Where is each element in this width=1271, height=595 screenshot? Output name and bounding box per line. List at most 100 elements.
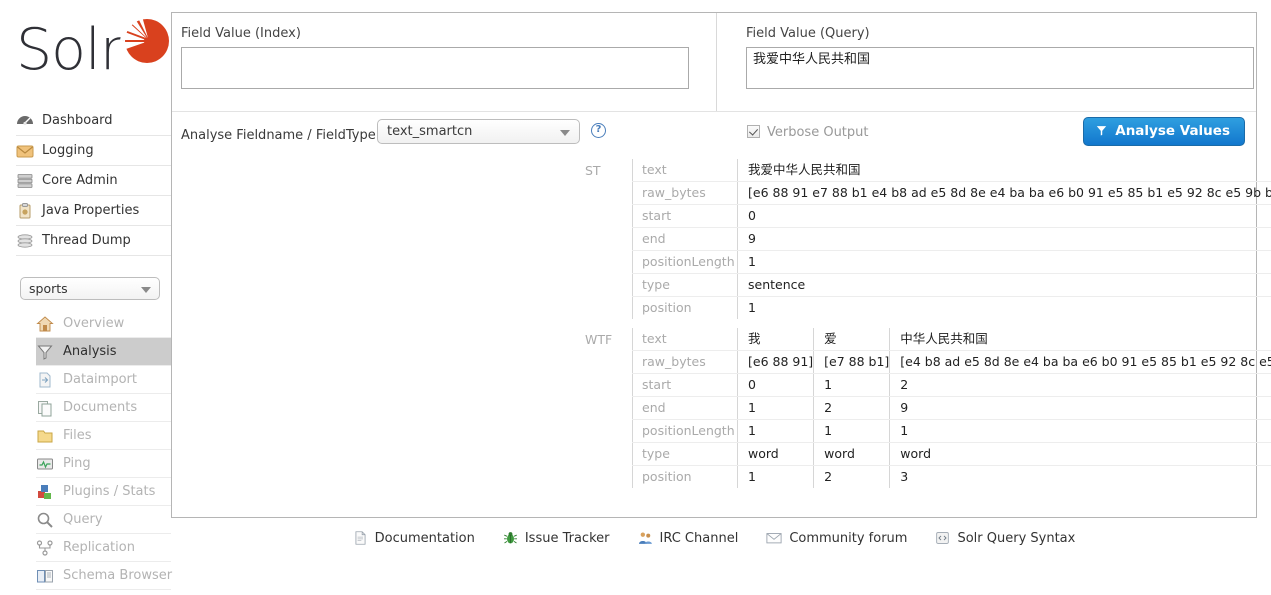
solr-sunburst-icon [116,16,170,70]
funnel-icon [1095,124,1108,137]
envelope-icon [766,530,782,546]
token-value: [e4 b8 ad e5 8d 8e e4 ba ba e6 b0 91 e5 … [890,351,1271,374]
attr-key: positionLength [633,420,738,443]
sidebar-item-schema-browser[interactable]: Schema Browser [36,562,171,590]
sidebar-item-label: Dashboard [42,113,113,128]
token-value: 1 [738,251,1271,274]
attr-key: type [633,443,738,466]
attr-key: raw_bytes [633,182,738,205]
table-row: end 9 [633,228,1271,251]
attr-key: start [633,374,738,397]
token-value: word [890,443,1271,466]
fieldtype-select[interactable]: text_smartcn [377,119,580,144]
sidebar-item-dataimport[interactable]: Dataimport [36,366,171,394]
token-value: 1 [738,397,814,420]
footer-link-issue-tracker[interactable]: Issue Tracker [503,530,610,546]
verbose-output-checkbox[interactable]: Verbose Output [747,125,869,140]
sidebar-item-replication[interactable]: Replication [36,534,171,562]
analyse-values-button[interactable]: Analyse Values [1083,117,1245,146]
code-icon [935,530,950,546]
query-field-label: Field Value (Query) [746,26,1258,41]
sidebar-item-label: Dataimport [63,372,137,387]
token-value: sentence [738,274,1271,297]
dashboard-icon [16,112,34,130]
token-value: word [738,443,814,466]
form-divider [716,13,717,111]
analyzer-token-table: text 我 爱 中华人民共和国 raw_bytes [e6 88 91] [e… [632,328,1271,488]
sidebar-item-core-admin[interactable]: Core Admin [16,166,171,196]
sidebar-item-java-properties[interactable]: Java Properties [16,196,171,226]
token-value: 我 [738,328,814,351]
footer-link-solr-query-syntax[interactable]: Solr Query Syntax [935,530,1075,546]
analyse-fieldname-label: Analyse Fieldname / FieldType: [181,128,380,143]
sidebar-item-query[interactable]: Query [36,506,171,534]
solr-logo[interactable]: Solr [16,12,166,92]
sidebar-item-documents[interactable]: Documents [36,394,171,422]
analysis-panel: Field Value (Index) Field Value (Query) … [171,12,1257,518]
attr-key: type [633,274,738,297]
attr-key: text [633,159,738,182]
index-field-label: Field Value (Index) [181,26,701,41]
attr-key: position [633,297,738,320]
document-icon [353,530,368,546]
token-value: [e6 88 91] [738,351,814,374]
query-form-column: Field Value (Query) [746,26,1258,93]
solr-logo-text: Solr [16,20,122,80]
sidebar-item-label: Replication [63,540,135,555]
query-field-value-input[interactable] [746,47,1254,89]
footer-link-label: Issue Tracker [525,531,610,546]
sidebar-item-ping[interactable]: Ping [36,450,171,478]
chevron-down-icon [560,130,570,136]
attr-key: text [633,328,738,351]
sidebar-item-label: Schema Browser [63,568,172,583]
token-value: 9 [738,228,1271,251]
fieldtype-select-value: text_smartcn [387,124,472,139]
logging-icon [16,142,34,160]
attr-key: positionLength [633,251,738,274]
sidebar: Solr [0,0,171,595]
bug-icon [503,530,518,546]
footer-link-community-forum[interactable]: Community forum [766,530,907,546]
overview-icon [36,315,54,333]
footer-link-irc-channel[interactable]: IRC Channel [638,530,739,546]
sidebar-item-analysis[interactable]: Analysis [36,338,171,366]
footer-link-label: IRC Channel [660,531,739,546]
token-value: 1 [814,374,890,397]
core-admin-icon [16,172,34,190]
analyzer-block-wtf: WTF text 我 爱 中华人民共和国 raw_bytes [e6 88 91… [172,328,1258,488]
analyzer-abbr: WTF [585,332,627,347]
core-selector[interactable]: sports [20,277,160,300]
table-row: raw_bytes [e6 88 91] [e7 88 b1] [e4 b8 a… [633,351,1271,374]
sidebar-item-dashboard[interactable]: Dashboard [16,106,171,136]
table-row: type word word word [633,443,1271,466]
dataimport-icon [36,371,54,389]
sidebar-item-overview[interactable]: Overview [36,310,171,338]
table-row: position 1 [633,297,1271,320]
token-value: 1 [890,420,1271,443]
query-icon [36,511,54,529]
plugins-stats-icon [36,483,54,501]
people-icon [638,530,653,546]
token-value: [e6 88 91 e7 88 b1 e4 b8 ad e5 8d 8e e4 … [738,182,1271,205]
token-value: 2 [814,466,890,489]
sidebar-item-logging[interactable]: Logging [16,136,171,166]
attr-key: end [633,228,738,251]
sidebar-item-files[interactable]: Files [36,422,171,450]
analyse-values-button-label: Analyse Values [1115,123,1230,139]
sidebar-item-label: Files [63,428,92,443]
sidebar-item-thread-dump[interactable]: Thread Dump [16,226,171,256]
chevron-down-icon [141,287,151,293]
token-value: 2 [814,397,890,420]
attr-key: end [633,397,738,420]
table-row: type sentence [633,274,1271,297]
analysis-results: ST text 我爱中华人民共和国 raw_bytes [e6 88 91 e7… [172,159,1258,497]
sidebar-item-plugins-stats[interactable]: Plugins / Stats [36,478,171,506]
table-row: start 0 [633,205,1271,228]
footer-link-documentation[interactable]: Documentation [353,530,475,546]
help-icon[interactable]: ? [591,123,606,138]
ping-icon [36,455,54,473]
analyzer-abbr: ST [585,163,627,178]
token-value: 1 [814,420,890,443]
index-field-value-input[interactable] [181,47,689,89]
analyzer-block-st: ST text 我爱中华人民共和国 raw_bytes [e6 88 91 e7… [172,159,1258,319]
